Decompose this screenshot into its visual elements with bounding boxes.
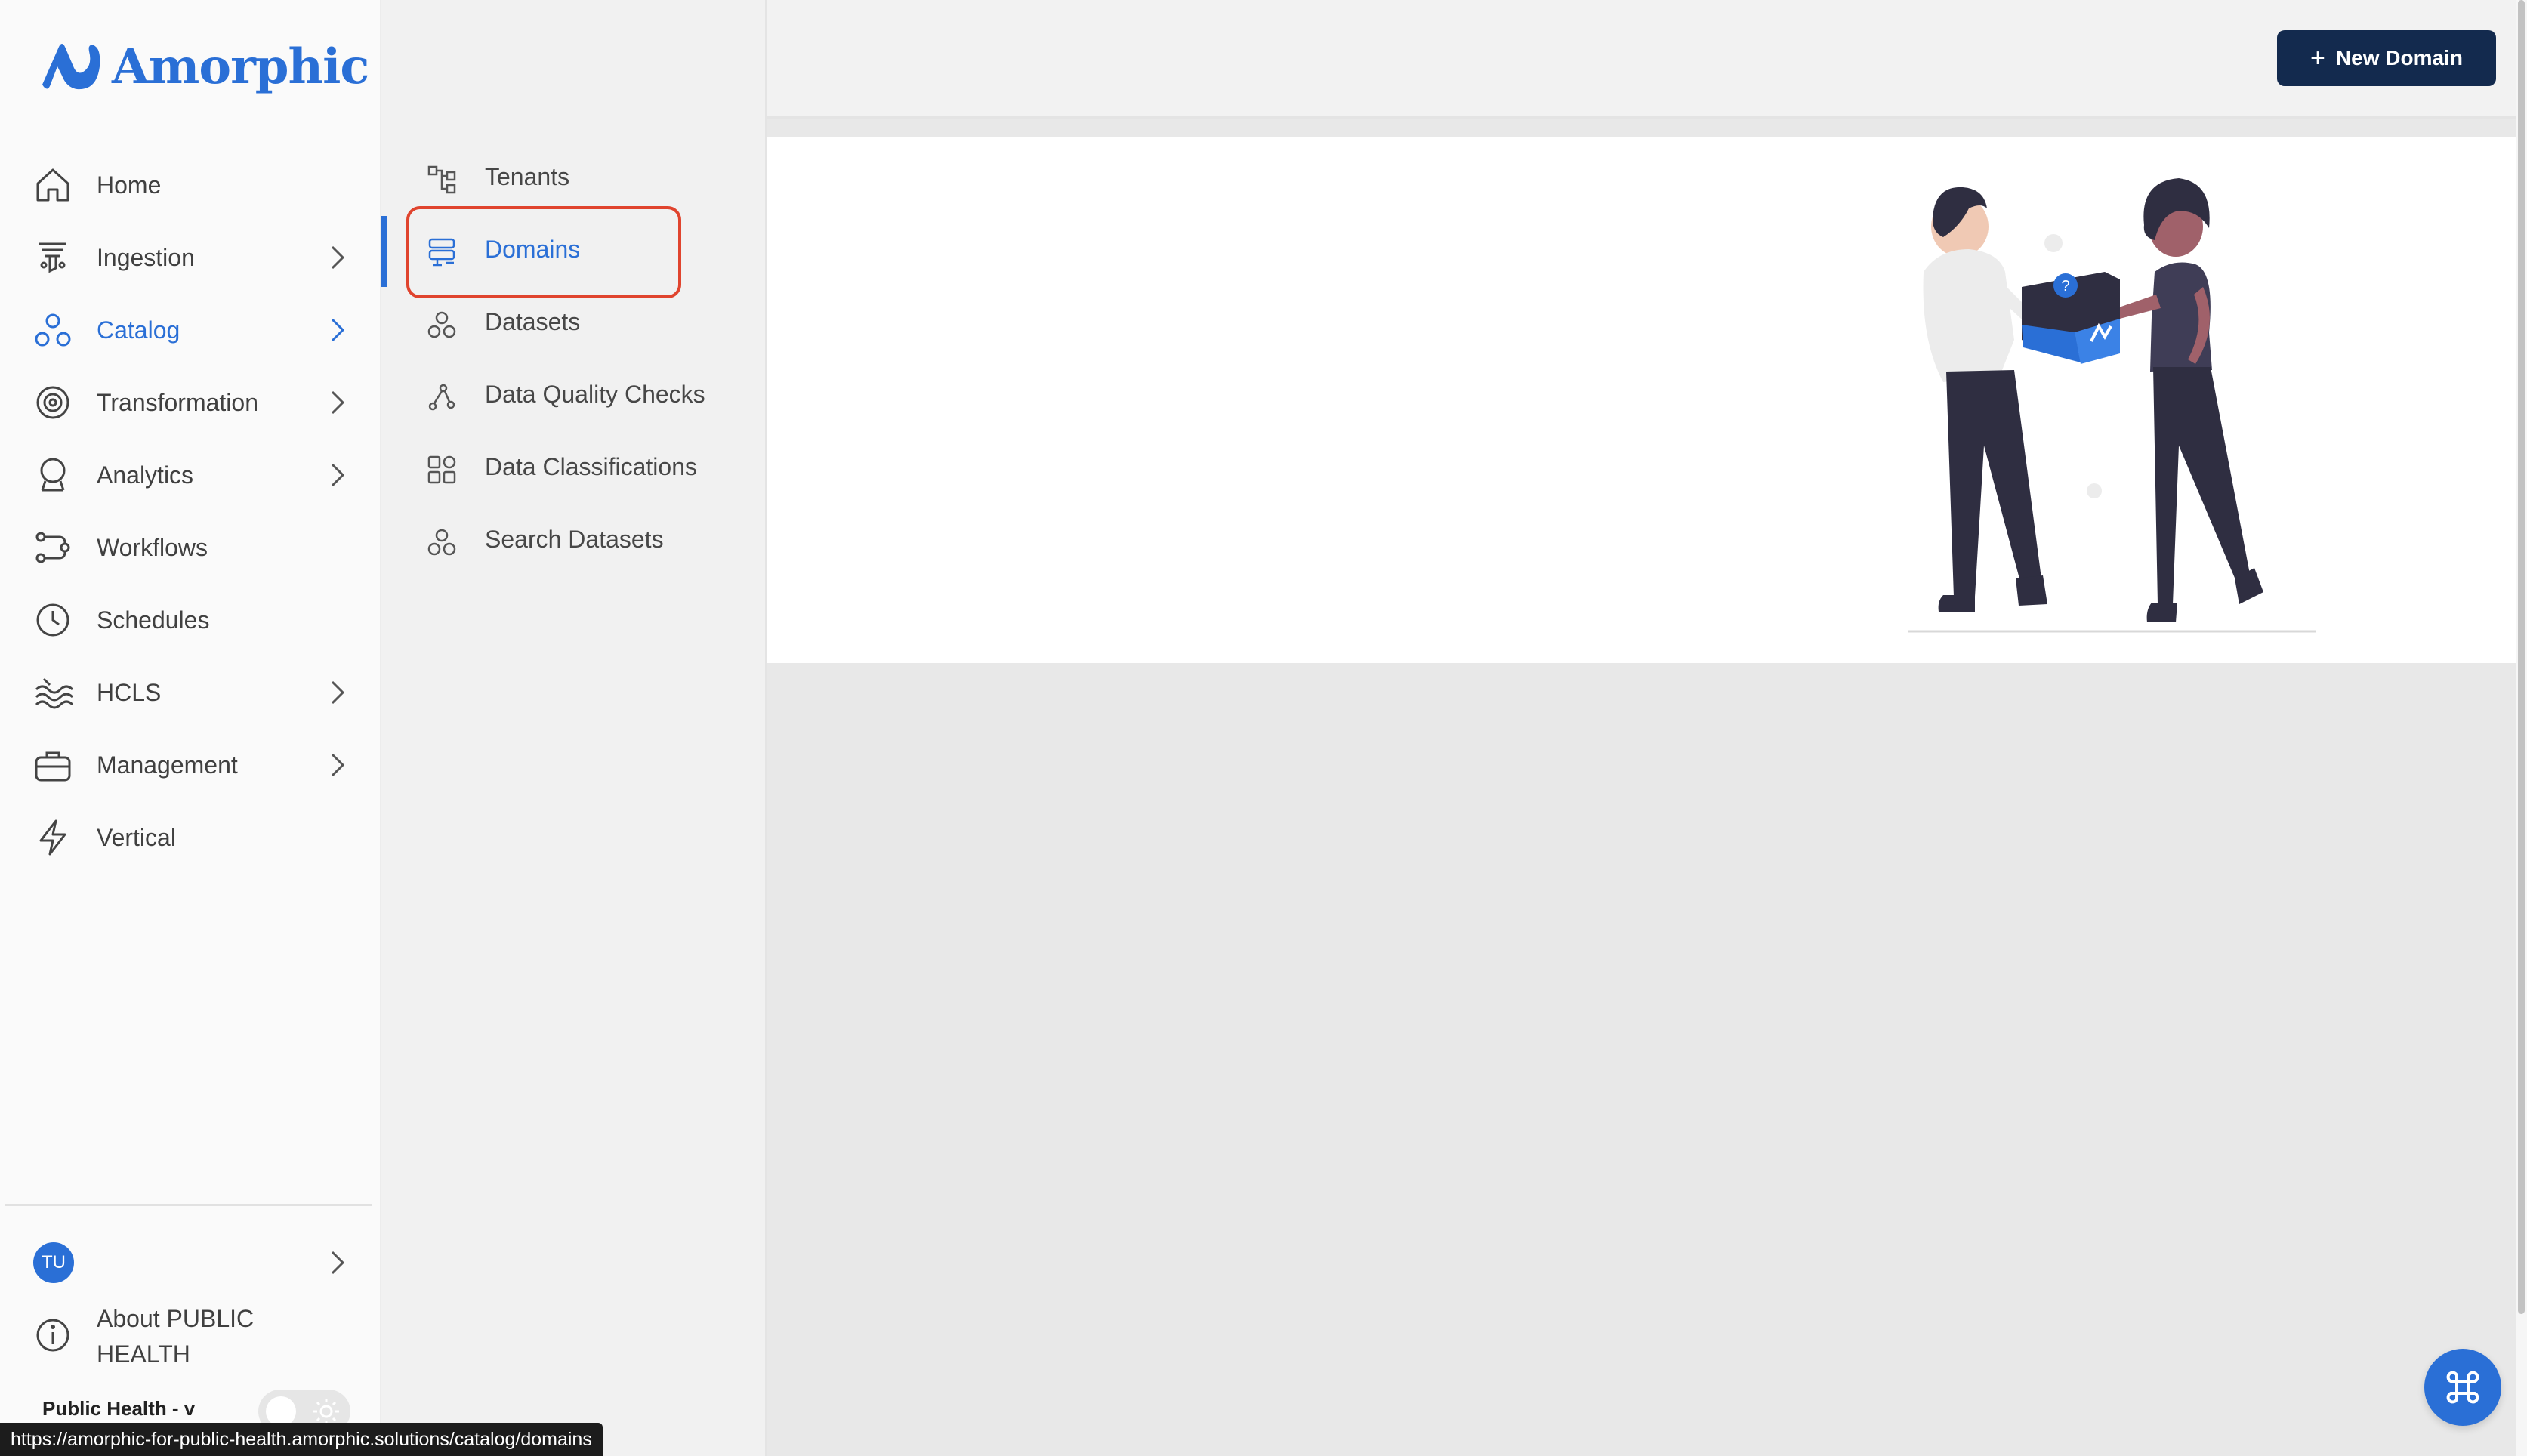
funnel-icon [39,242,66,273]
info-icon [36,1319,69,1352]
main-nav: Home Ingestion Catalog Transformation An… [0,149,381,874]
submenu-item-search-datasets[interactable]: Search Datasets [381,504,767,577]
classifications-icon [427,455,456,484]
nav-label-management: Management [97,751,238,779]
sun-icon [313,1399,339,1424]
tenant-label: Public Health - v [42,1397,196,1420]
submenu-label-datasets: Datasets [485,308,581,335]
search-datasets-icon [427,529,456,556]
submenu-label-data-classifications: Data Classifications [485,453,697,480]
amorphic-logo-icon [42,44,100,90]
nav-item-workflows[interactable]: Workflows [0,511,381,584]
plus-icon: + [2310,43,2325,72]
lightning-icon [39,819,66,856]
nav-label-workflows: Workflows [97,533,208,561]
app-name: Amorphic [112,38,369,95]
nav-label-catalog: Catalog [97,316,180,344]
submenu-item-tenants[interactable]: Tenants [381,142,767,214]
chevron-right-icon [331,1251,345,1275]
nav-label-ingestion: Ingestion [97,243,195,271]
status-bar-url: https://amorphic-for-public-health.amorp… [0,1423,603,1456]
waves-icon [35,677,73,709]
submenu-label-search-datasets: Search Datasets [485,526,664,553]
workflows-icon [35,532,70,563]
home-icon [36,168,69,202]
command-icon [2446,1371,2479,1404]
nav-item-home[interactable]: Home [0,149,381,221]
nav-label-transformation: Transformation [97,388,258,416]
nav-label-schedules: Schedules [97,606,210,634]
highlight-annotation [406,206,681,298]
submenu-item-data-classifications[interactable]: Data Classifications [381,432,767,504]
chevron-right-icon [331,318,345,342]
new-domain-button[interactable]: + New Domain [2277,30,2496,86]
submenu-label-tenants: Tenants [485,163,570,190]
transformation-icon [36,386,69,419]
nav-item-management[interactable]: Management [0,729,381,801]
active-indicator [381,216,387,287]
nav-item-vertical[interactable]: Vertical [0,801,381,874]
nav-label-analytics: Analytics [97,461,194,489]
page-scrollbar[interactable] [2516,0,2527,1456]
user-menu[interactable]: TU [0,1225,381,1297]
chevron-right-icon [331,245,345,270]
nav-label-home: Home [97,171,162,199]
avatar: TU [33,1242,74,1283]
chevron-right-icon [331,390,345,415]
data-quality-icon [428,384,455,411]
empty-state-illustration: ? [1908,178,2316,633]
app-logo[interactable]: Amorphic [36,36,369,97]
about-item[interactable]: About PUBLIC HEALTH [0,1297,381,1373]
datasets-icon [427,311,456,338]
nav-item-analytics[interactable]: Analytics [0,439,381,511]
chevron-right-icon [331,680,345,705]
catalog-submenu: Tenants Domains Datasets Data Quality Ch… [381,0,767,1456]
analytics-icon [40,458,66,492]
svg-text:?: ? [2061,278,2069,295]
nav-label-vertical: Vertical [97,823,176,851]
chevron-right-icon [331,753,345,777]
tenants-icon [427,165,456,194]
submenu-item-data-quality-checks[interactable]: Data Quality Checks [381,359,767,432]
page-header: + New Domain [767,0,2516,119]
domains-content-panel: ? [767,137,2516,663]
new-domain-label: New Domain [2335,46,2463,69]
chevron-right-icon [331,463,345,487]
nav-item-transformation[interactable]: Transformation [0,366,381,439]
nav-item-catalog[interactable]: Catalog [0,294,381,366]
nav-item-schedules[interactable]: Schedules [0,584,381,656]
nav-item-hcls[interactable]: HCLS [0,656,381,729]
briefcase-icon [35,751,71,782]
command-palette-button[interactable] [2424,1349,2501,1426]
catalog-icon [35,313,71,347]
primary-sidebar: Amorphic Home Ingestion Catalog Transfor… [0,0,381,1456]
submenu-label-data-quality-checks: Data Quality Checks [485,381,705,408]
scrollbar-thumb[interactable] [2518,0,2525,1314]
clock-icon [36,603,69,637]
nav-label-hcls: HCLS [97,678,162,706]
toggle-knob [266,1396,296,1427]
nav-item-ingestion[interactable]: Ingestion [0,221,381,294]
about-label: About PUBLIC HEALTH [97,1305,255,1368]
sidebar-divider [5,1204,372,1206]
